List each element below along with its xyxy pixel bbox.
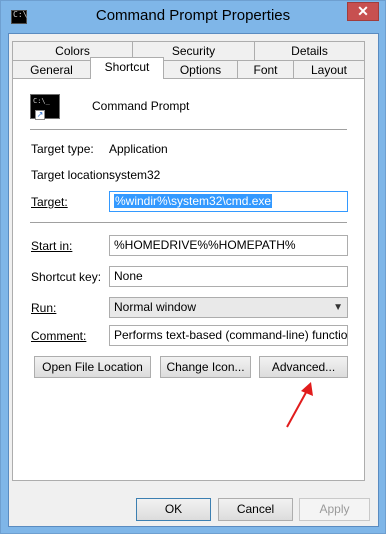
properties-window: C:\ Command Prompt Properties ✕ Colors S… xyxy=(0,0,386,534)
run-dropdown[interactable]: Normal window ▼ xyxy=(109,297,348,318)
separator xyxy=(30,222,347,223)
chevron-down-icon[interactable]: ▼ xyxy=(333,298,343,317)
target-label: Target: xyxy=(31,195,68,209)
open-file-location-button[interactable]: Open File Location xyxy=(34,356,151,378)
ok-button[interactable]: OK xyxy=(136,498,211,521)
tab-details[interactable]: Details xyxy=(254,41,365,60)
tab-general[interactable]: General xyxy=(12,60,91,79)
shortcut-key-input[interactable]: None xyxy=(109,266,348,287)
run-value: Normal window xyxy=(114,300,197,314)
comment-input[interactable]: Performs text-based (command-line) funct… xyxy=(109,325,348,346)
title-bar[interactable]: C:\ Command Prompt Properties ✕ xyxy=(1,1,385,33)
target-location-value: system32 xyxy=(109,168,161,182)
tab-options[interactable]: Options xyxy=(163,60,238,79)
run-label: Run: xyxy=(31,301,57,315)
target-type-label: Target type: xyxy=(31,142,94,156)
start-in-label: Start in: xyxy=(31,239,73,253)
change-icon-button[interactable]: Change Icon... xyxy=(160,356,251,378)
tab-shortcut[interactable]: Shortcut xyxy=(90,57,164,79)
separator xyxy=(30,129,347,130)
annotation-arrow-icon xyxy=(286,382,313,428)
target-value: %windir%\system32\cmd.exe xyxy=(114,194,273,208)
window-title: Command Prompt Properties xyxy=(95,7,291,24)
advanced-button[interactable]: Advanced... xyxy=(259,356,348,378)
target-input[interactable]: %windir%\system32\cmd.exe xyxy=(109,191,348,212)
apply-button[interactable]: Apply xyxy=(299,498,370,521)
target-type-value: Application xyxy=(109,142,168,156)
shortcut-icon: C:\_ ↗ xyxy=(30,94,60,120)
close-button[interactable]: ✕ xyxy=(347,2,379,21)
comment-label: Comment: xyxy=(31,329,87,343)
shortcut-name: Command Prompt xyxy=(92,99,190,113)
start-in-input[interactable]: %HOMEDRIVE%%HOMEPATH% xyxy=(109,235,348,256)
target-location-label: Target location: xyxy=(31,168,113,182)
tab-layout[interactable]: Layout xyxy=(293,60,365,79)
shortcut-key-label: Shortcut key: xyxy=(31,270,102,284)
tab-font[interactable]: Font xyxy=(237,60,294,79)
cancel-button[interactable]: Cancel xyxy=(218,498,293,521)
